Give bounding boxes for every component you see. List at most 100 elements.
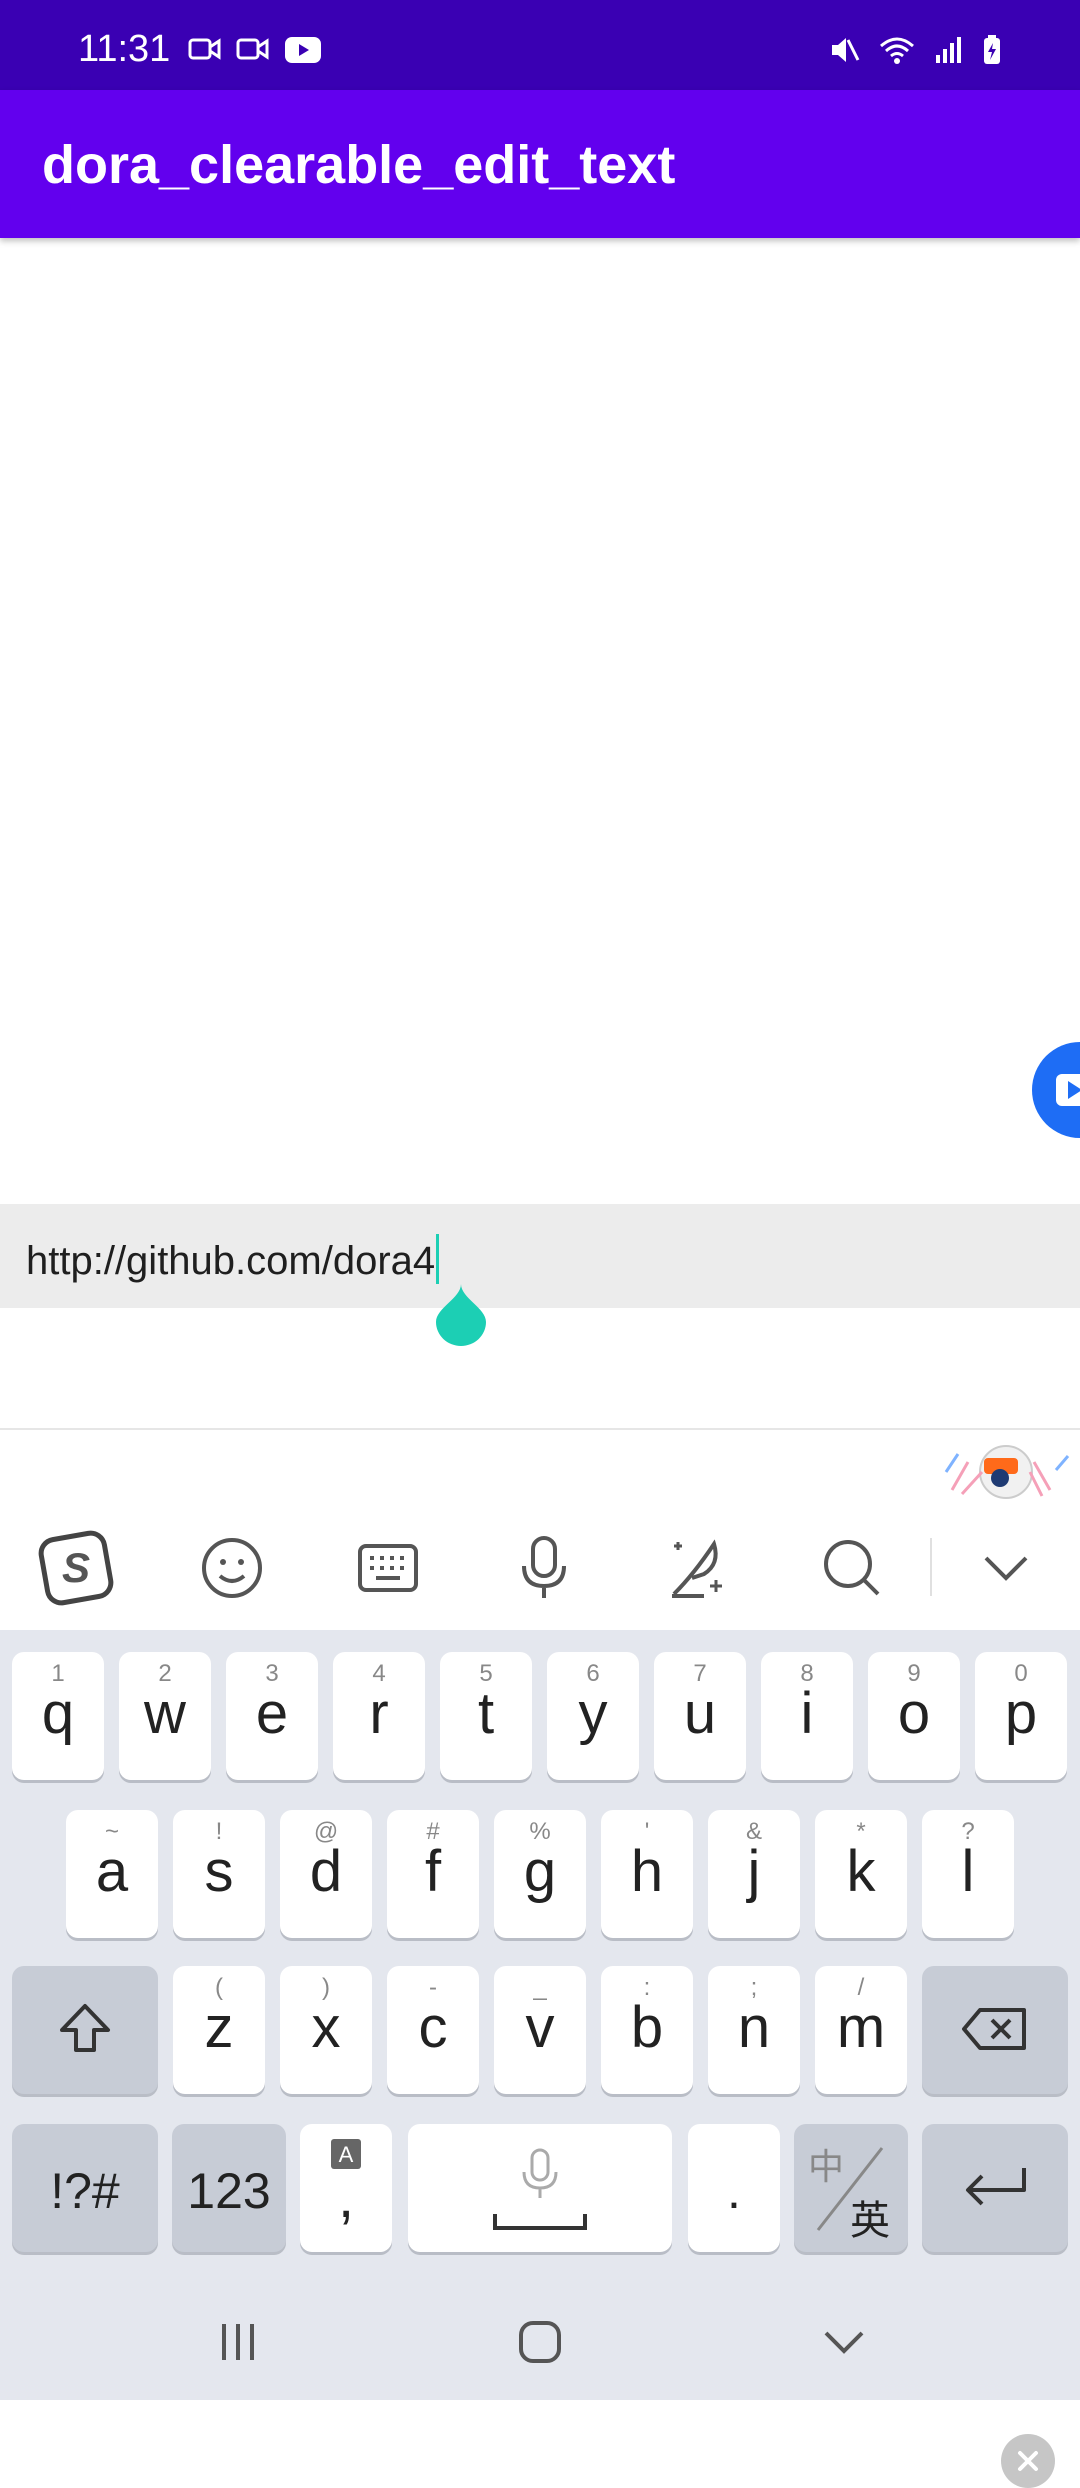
key-label: t (477, 1681, 495, 1746)
key-l[interactable]: ? l (922, 1810, 1014, 1938)
home-icon (519, 2321, 561, 2363)
key-label: h (630, 1839, 664, 1904)
key-g[interactable]: % g (494, 1810, 586, 1938)
lang-bottom-label: 英 (850, 2198, 890, 2244)
key-w[interactable]: 2w (119, 1652, 211, 1780)
key-label: m (836, 1995, 886, 2060)
key-label: s (204, 1839, 234, 1904)
sogou-logo-button[interactable]: S (36, 1528, 116, 1608)
youtube-icon (285, 37, 321, 63)
home-button[interactable] (500, 2312, 580, 2372)
backspace-icon (962, 2008, 1026, 2050)
chevron-down-icon (984, 1556, 1028, 1581)
keyboard-toolbar: S (0, 1508, 1080, 1628)
key-o[interactable]: 9o (868, 1652, 960, 1780)
recents-button[interactable] (198, 2312, 278, 2372)
mascot-icon[interactable] (938, 1432, 1074, 1504)
key-label: x (311, 1995, 341, 2060)
key-i[interactable]: 8i (761, 1652, 853, 1780)
caret-handle[interactable] (434, 1284, 488, 1346)
video-call-icon (236, 38, 269, 60)
mute-icon (832, 38, 860, 62)
comma-key[interactable]: A , (300, 2124, 392, 2252)
key-c[interactable]: -c (387, 1966, 479, 2094)
key-h[interactable]: ' h (601, 1810, 693, 1938)
svg-text:S: S (62, 1544, 90, 1591)
key-label: n (737, 1995, 771, 2060)
key-k[interactable]: * k (815, 1810, 907, 1938)
handwriting-button[interactable] (658, 1528, 738, 1608)
key-n[interactable]: ; n (708, 1966, 800, 2094)
key-label: k (846, 1839, 876, 1904)
enter-key[interactable] (922, 2124, 1068, 2252)
backspace-key[interactable] (922, 1966, 1068, 2094)
numbers-key[interactable]: 123 (172, 2124, 286, 2252)
keyboard-switch-button[interactable] (348, 1528, 428, 1608)
key-label: j (747, 1839, 761, 1904)
key-r[interactable]: 4r (333, 1652, 425, 1780)
key-label: d (309, 1839, 343, 1904)
key-t[interactable]: 5t (440, 1652, 532, 1780)
key-label: w (144, 1681, 186, 1746)
keyboard: 1q2w3e4r5t6y7u8i9o0p ~ a! s @ d # f% g ' h & j * k? l … (0, 1630, 1080, 2280)
voice-input-button[interactable] (504, 1528, 584, 1608)
app-bar: dora_clearable_edit_text (0, 90, 1080, 238)
key-a[interactable]: ~ a (66, 1810, 158, 1938)
text-caret (436, 1234, 440, 1284)
floating-play-button[interactable] (1032, 1042, 1080, 1138)
key-j[interactable]: & j (708, 1810, 800, 1938)
key-m[interactable]: / m (815, 1966, 907, 2094)
input-value[interactable]: http://github.com/dora4 (26, 1234, 440, 1284)
emoji-icon (202, 1538, 262, 1598)
key-label: f (424, 1839, 442, 1904)
video-call-icon (188, 38, 221, 60)
collapse-keyboard-button[interactable] (966, 1528, 1046, 1608)
key-f[interactable]: # f (387, 1810, 479, 1938)
toolbar-separator (930, 1538, 932, 1596)
key-label: q (41, 1681, 75, 1746)
page-title: dora_clearable_edit_text (42, 135, 676, 195)
clearable-edit-text[interactable]: http://github.com/dora4 (0, 1204, 1080, 2488)
status-icons-right (828, 34, 1002, 66)
numbers-key-label: 123 (187, 2163, 271, 2219)
search-icon (824, 1540, 880, 1596)
key-label: p (1004, 1681, 1038, 1746)
mic-icon (522, 1536, 566, 1598)
key-label: g (523, 1839, 557, 1904)
key-label: y (578, 1681, 608, 1746)
key-b[interactable]: :b (601, 1966, 693, 2094)
battery-charging-icon (984, 35, 1000, 64)
recents-icon (222, 2324, 254, 2360)
status-time: 11:31 (78, 28, 171, 70)
key-label: r (369, 1681, 389, 1746)
key-s[interactable]: ! s (173, 1810, 265, 1938)
clear-button[interactable] (1001, 2434, 1055, 2488)
handwriting-icon (672, 1539, 722, 1598)
key-u[interactable]: 7u (654, 1652, 746, 1780)
key-label: i (800, 1681, 814, 1746)
shift-icon (60, 2004, 110, 2052)
emoji-button[interactable] (192, 1528, 272, 1608)
key-v[interactable]: _ v (494, 1966, 586, 2094)
space-key[interactable] (408, 2124, 672, 2252)
shift-key[interactable] (12, 1966, 158, 2094)
key-label: l (961, 1839, 975, 1904)
play-icon (1056, 1074, 1080, 1106)
key-y[interactable]: 6y (547, 1652, 639, 1780)
key-z[interactable]: (z (173, 1966, 265, 2094)
signal-icon (936, 37, 961, 63)
key-d[interactable]: @ d (280, 1810, 372, 1938)
back-button[interactable] (804, 2312, 884, 2372)
key-x[interactable]: ) x (280, 1966, 372, 2094)
language-switch-key[interactable]: 中 英 (794, 2124, 908, 2252)
space-bar-icon (493, 2214, 587, 2230)
key-q[interactable]: 1q (12, 1652, 104, 1780)
key-e[interactable]: 3e (226, 1652, 318, 1780)
chevron-down-icon (824, 2331, 864, 2354)
period-key-label: . (727, 2163, 741, 2219)
search-button[interactable] (812, 1528, 892, 1608)
key-label: b (630, 1995, 664, 2060)
symbols-key[interactable]: !?# (12, 2124, 158, 2252)
period-key[interactable]: . (688, 2124, 780, 2252)
key-p[interactable]: 0p (975, 1652, 1067, 1780)
